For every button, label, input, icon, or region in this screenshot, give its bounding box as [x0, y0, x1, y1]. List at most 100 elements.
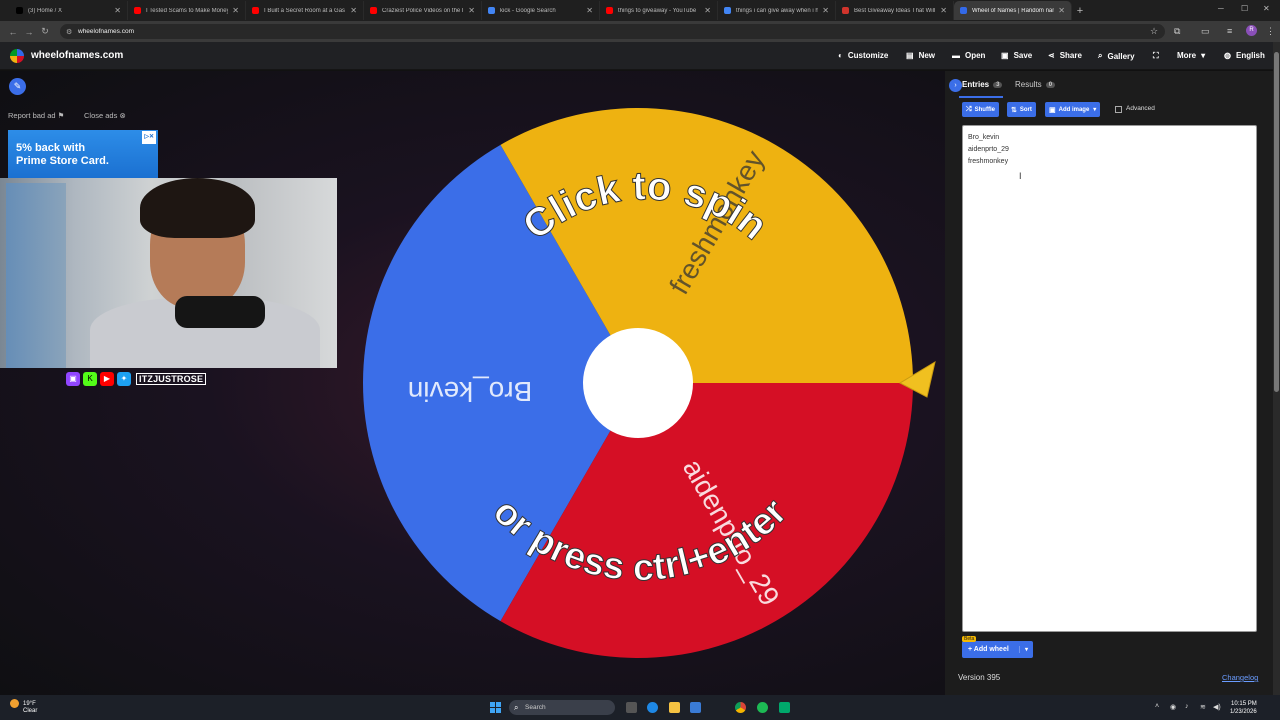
entries-textarea[interactable]: Bro_kevin aidenprto_29 freshmonkey I [962, 125, 1257, 632]
wheel-logo-icon[interactable] [10, 49, 24, 63]
menu-more[interactable]: More ▾ [1177, 51, 1210, 60]
reload-icon[interactable]: ↻ [37, 26, 53, 37]
taskbar-search[interactable]: ⌕ Search [509, 700, 615, 715]
tab-favicon-icon [606, 7, 613, 14]
close-tab-icon[interactable]: ✕ [1058, 6, 1065, 15]
spotify-icon[interactable] [757, 702, 768, 713]
task-view-icon[interactable] [626, 702, 637, 713]
shuffle-button[interactable]: ⤮ Shuffle [962, 102, 999, 117]
tab-title: things i can give away when i h [736, 7, 819, 14]
page-scrollbar[interactable] [1273, 42, 1280, 695]
menu-label: Open [965, 51, 986, 60]
wifi-icon[interactable]: ≋ [1200, 703, 1206, 711]
bookmark-star-icon[interactable]: ☆ [1150, 26, 1158, 37]
menu-label: More [1177, 51, 1197, 60]
close-tab-icon[interactable]: ✕ [114, 6, 121, 15]
browser-tab[interactable]: things i can give away when i h ✕ [718, 1, 836, 20]
menu-icon[interactable]: ≡ [1227, 26, 1232, 36]
tray-chevron-icon[interactable]: ˄ [1155, 703, 1159, 710]
maximize-icon[interactable]: ☐ [1241, 4, 1248, 13]
ad-line-2: Prime Store Card. [16, 155, 109, 167]
plus-icon: + [968, 646, 973, 653]
save-icon: ▣ [1001, 51, 1009, 60]
browser-tab[interactable]: things to giveaway - YouTube ✕ [600, 1, 718, 20]
browser-tab[interactable]: Wheel of Names | Random nam ✕ [954, 1, 1072, 20]
more-options-icon[interactable]: ⋮ [1266, 26, 1275, 37]
close-tab-icon[interactable]: ✕ [350, 6, 357, 15]
add-image-button[interactable]: ▣ Add image ▾ [1045, 102, 1101, 117]
advanced-checkbox[interactable] [1115, 106, 1122, 113]
changelog-link[interactable]: Changelog [1222, 673, 1258, 682]
image-icon: ▣ [1049, 106, 1056, 114]
sidebar-icon[interactable]: ▭ [1201, 26, 1210, 37]
add-wheel-button[interactable]: + Add wheel ▾ [962, 641, 1033, 658]
tab-title: Best Giveaway Ideas That Will B [854, 7, 937, 14]
taskbar-clock[interactable]: 10:15 PM 1/23/2026 [1230, 700, 1257, 716]
weather-widget[interactable]: 19°F Clear [10, 699, 37, 715]
browser-tab[interactable]: I Tested Scams to Make Money ✕ [128, 1, 246, 20]
close-window-icon[interactable]: ✕ [1263, 4, 1270, 13]
forward-icon[interactable]: → [21, 27, 37, 37]
tab-title: Wheel of Names | Random nam [972, 7, 1055, 14]
file-explorer-icon[interactable] [669, 702, 680, 713]
browser-tab[interactable]: Craziest Police Videos on the In ✕ [364, 1, 482, 20]
close-tab-icon[interactable]: ✕ [586, 6, 593, 15]
close-tab-icon[interactable]: ✕ [468, 6, 475, 15]
close-tab-icon[interactable]: ✕ [704, 6, 711, 15]
close-tab-icon[interactable]: ✕ [232, 6, 239, 15]
menu-english[interactable]: ◍ English [1224, 51, 1265, 60]
sort-button[interactable]: ⇅ Sort [1007, 102, 1036, 117]
browser-tab[interactable]: I Built a Secret Room at a Gas S ✕ [246, 1, 364, 20]
back-icon[interactable]: ← [5, 27, 21, 37]
extensions-icon[interactable]: ⧉ [1174, 26, 1180, 37]
microphone-icon[interactable]: ♪ [1185, 703, 1189, 710]
shuffle-icon: ⤮ [966, 105, 972, 113]
tab-results[interactable]: Results 0 [1015, 80, 1056, 89]
spin-wheel[interactable]: Bro_kevin aidenprto_29 freshmonkey Click… [355, 97, 940, 672]
browser-tab[interactable]: kick - Google Search ✕ [482, 1, 600, 20]
streamer-handle: ITZJUSTROSE [136, 373, 207, 385]
close-tab-icon[interactable]: ✕ [822, 6, 829, 15]
menu-label: Gallery [1107, 51, 1135, 61]
browser-tab[interactable]: (3) Home / X ✕ [10, 1, 128, 20]
webcam-hair [140, 178, 255, 238]
new-tab-button[interactable]: + [1072, 5, 1088, 17]
menu-open[interactable]: ▬ Open [952, 51, 985, 60]
menu-fullscreen[interactable]: ⛶ [1153, 51, 1164, 61]
scrollbar-thumb[interactable] [1274, 52, 1279, 392]
url-input[interactable]: ⚙ wheelofnames.com [60, 24, 1165, 39]
menu-share[interactable]: ⋖ Share [1048, 51, 1082, 60]
volume-icon[interactable]: ◀) [1213, 703, 1221, 711]
tab-favicon-icon [370, 7, 377, 14]
browser-tab[interactable]: Best Giveaway Ideas That Will B ✕ [836, 1, 954, 20]
edge-icon[interactable] [647, 702, 658, 713]
wheel-center-hub[interactable] [583, 328, 693, 438]
url-text: wheelofnames.com [78, 28, 134, 35]
menu-gallery[interactable]: ⌕ Gallery [1098, 51, 1135, 61]
menu-new[interactable]: ▤ New [906, 51, 935, 60]
add-wheel-dropdown-icon[interactable]: ▾ [1019, 646, 1033, 653]
close-tab-icon[interactable]: ✕ [940, 6, 947, 15]
tab-favicon-icon [842, 7, 849, 14]
collapse-panel-icon[interactable]: › [949, 79, 962, 92]
ad-banner[interactable]: ▷✕ 5% back with Prime Store Card. [8, 130, 158, 180]
report-ad-link[interactable]: Report bad ad ⚑ [8, 111, 64, 120]
text-cursor-icon: I [1019, 171, 1022, 181]
tab-entries[interactable]: Entries 3 [962, 80, 1003, 89]
windows-start-icon[interactable] [490, 702, 501, 713]
minimize-icon[interactable]: ─ [1218, 4, 1224, 13]
site-info-icon[interactable]: ⚙ [66, 28, 72, 36]
tray-app-icon[interactable]: ◉ [1170, 703, 1176, 711]
store-icon[interactable] [690, 702, 701, 713]
close-ads-link[interactable]: Close ads ⊗ [84, 111, 126, 120]
menu-customize[interactable]: ◐ Customize [838, 51, 888, 60]
tab-title: Craziest Police Videos on the In [382, 7, 465, 14]
tab-title: (3) Home / X [28, 7, 63, 14]
chrome-icon[interactable] [735, 702, 746, 713]
brand-name[interactable]: wheelofnames.com [31, 50, 123, 61]
app-icon[interactable] [779, 702, 790, 713]
profile-avatar[interactable]: R [1246, 25, 1257, 36]
menu-save[interactable]: ▣ Save [1001, 51, 1032, 60]
ad-choices-icon[interactable]: ▷✕ [142, 131, 156, 144]
edit-pencil-icon[interactable]: ✎ [9, 78, 26, 95]
